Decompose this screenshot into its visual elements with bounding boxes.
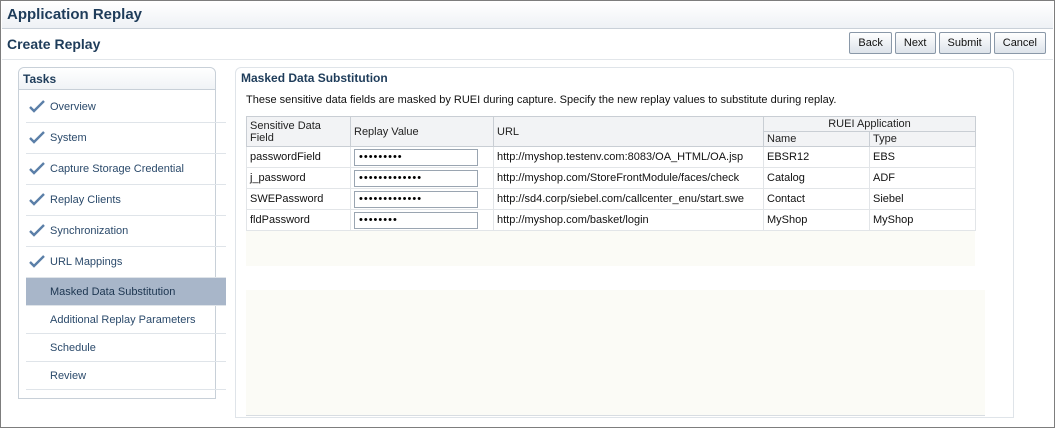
replay-value-input[interactable]: ••••••••• [354,148,478,166]
task-item-label: System [50,132,87,144]
app-header: Application Replay [2,2,1053,29]
train-buttons: Back Next Submit Cancel [849,32,1046,54]
submit-button[interactable]: Submit [938,32,991,54]
header-url[interactable]: URL [493,116,764,147]
back-button[interactable]: Back [849,32,892,54]
name-cell: EBSR12 [763,146,870,168]
checkmark-icon [29,131,45,144]
header-name[interactable]: Name [763,131,870,147]
next-button[interactable]: Next [894,32,936,54]
task-item-overview[interactable]: Overview [26,92,226,123]
type-cell: MyShop [868,209,977,231]
section-title: Masked Data Substitution [241,71,388,85]
checkmark-icon [29,224,45,237]
field-cell: j_password [246,167,351,189]
task-item-label: Additional Replay Parameters [50,314,196,326]
checkmark-icon [29,162,45,175]
app-title: Application Replay [7,6,143,23]
task-item-synchronization[interactable]: Synchronization [26,216,226,247]
field-cell: fldPassword [246,209,351,231]
section-description: These sensitive data fields are masked b… [246,94,837,106]
name-cell: Catalog [763,167,870,189]
table-row[interactable]: j_password ••••••••••••• http://myshop.c… [246,167,977,189]
task-item-additional-replay-parameters[interactable]: Additional Replay Parameters [26,306,226,334]
header-ruei-application: RUEI Application [762,116,977,132]
task-item-label: Capture Storage Credential [50,163,184,175]
task-item-label: URL Mappings [50,256,123,268]
header-replay-value[interactable]: Replay Value [350,116,494,147]
task-item-label: Review [50,370,87,382]
cancel-button[interactable]: Cancel [993,32,1046,54]
task-item-label: Synchronization [50,225,129,237]
name-cell: MyShop [763,209,870,231]
type-cell: Siebel [868,188,977,210]
name-cell: Contact [763,188,870,210]
url-cell: http://myshop.testenv.com:8083/OA_HTML/O… [493,146,764,168]
empty-detail-area [246,290,985,416]
task-item-label: Schedule [50,342,96,354]
checkmark-icon [29,193,45,206]
header-divider [2,59,1053,60]
task-item-label: Masked Data Substitution [50,286,176,298]
value-cell: ••••••••••••• [350,167,494,189]
replay-value-input[interactable]: ••••••••••••• [354,169,478,187]
masked-data-table: Sensitive Data Field Replay Value URL RU… [246,116,977,231]
task-item-label: Replay Clients [50,194,121,206]
tasks-title: Tasks [19,68,215,90]
url-cell: http://myshop.com/basket/login [493,209,764,231]
header-type[interactable]: Type [868,131,977,147]
table-row[interactable]: SWEPassword ••••••••••••• http://sd4.cor… [246,188,977,210]
url-cell: http://myshop.com/StoreFrontModule/faces… [493,167,764,189]
task-item-system[interactable]: System [26,123,226,154]
task-list: Overview System Capture Storage Credenti… [26,92,226,390]
table-row[interactable]: fldPassword •••••••• http://myshop.com/b… [246,209,977,231]
application-window: Application Replay Create Replay Back Ne… [0,0,1055,428]
field-cell: passwordField [246,146,351,168]
value-cell: ••••••••••••• [350,188,494,210]
checkmark-icon [29,100,45,113]
field-cell: SWEPassword [246,188,351,210]
table-container: Sensitive Data Field Replay Value URL RU… [246,116,977,266]
task-item-schedule[interactable]: Schedule [26,334,226,362]
task-item-capture-storage-credential[interactable]: Capture Storage Credential [26,154,226,185]
masked-data-panel: Masked Data Substitution These sensitive… [235,67,1014,418]
task-item-masked-data-substitution[interactable]: Masked Data Substitution [26,278,226,306]
url-cell: http://sd4.corp/siebel.com/callcenter_en… [493,188,764,210]
checkmark-icon [29,255,45,268]
page-title: Create Replay [7,36,101,52]
task-item-url-mappings[interactable]: URL Mappings [26,247,226,278]
replay-value-input[interactable]: ••••••••••••• [354,190,478,208]
value-cell: ••••••••• [350,146,494,168]
task-item-review[interactable]: Review [26,362,226,390]
header-sensitive-data-field[interactable]: Sensitive Data Field [246,116,351,147]
type-cell: EBS [868,146,977,168]
task-item-label: Overview [50,101,96,113]
table-row[interactable]: passwordField ••••••••• http://myshop.te… [246,146,977,168]
replay-value-input[interactable]: •••••••• [354,211,478,229]
value-cell: •••••••• [350,209,494,231]
type-cell: ADF [868,167,977,189]
task-item-replay-clients[interactable]: Replay Clients [26,185,226,216]
panel-divider [246,415,985,416]
